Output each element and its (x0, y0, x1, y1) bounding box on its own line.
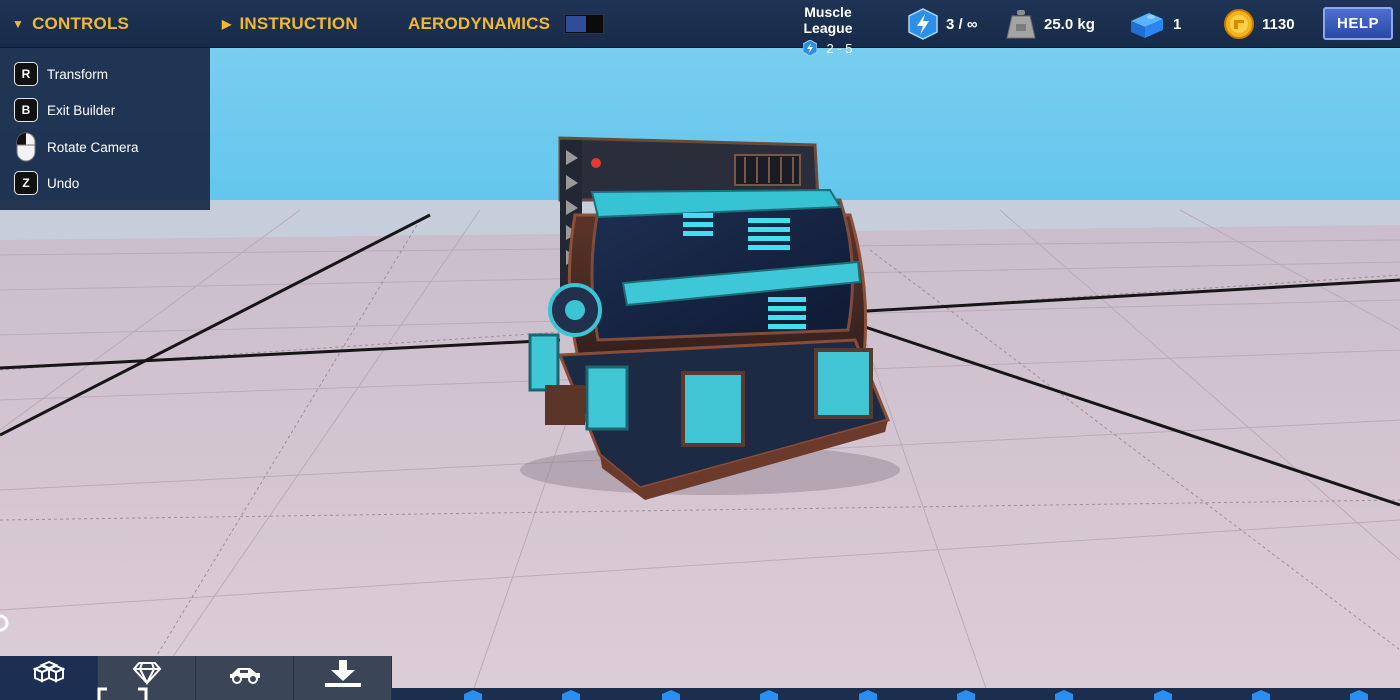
control-label: Rotate Camera (47, 139, 139, 155)
control-label: Transform (47, 66, 109, 82)
car-icon (229, 668, 260, 684)
controls-panel: R Transform B Exit Builder Rotate Camera… (0, 48, 210, 210)
coins-value: 1130 (1262, 15, 1295, 33)
diamond-icon (132, 662, 161, 685)
cube-icon[interactable] (462, 690, 484, 700)
controls-label: CONTROLS (32, 14, 130, 33)
key-b: B (14, 98, 38, 122)
league-name: Muscle League (803, 4, 853, 36)
instruction-label: INSTRUCTION (239, 14, 358, 33)
aerodynamics-toggle[interactable]: AERODYNAMICS (408, 13, 605, 35)
category-tabs (0, 656, 394, 700)
top-bar: ▼ CONTROLS ▶ INSTRUCTION AERODYNAMICS Mu… (0, 0, 1400, 56)
mouse-icon (14, 132, 38, 162)
lightning-icon (803, 40, 818, 56)
cube-icon[interactable] (1152, 690, 1174, 700)
builder-viewport[interactable] (0, 0, 1400, 700)
coin-icon (1224, 9, 1254, 39)
league-tier-value: 2 - 5 (826, 40, 853, 56)
instruction-toggle[interactable]: ▶ INSTRUCTION (222, 13, 358, 35)
cube-icon[interactable] (955, 690, 977, 700)
cube-icon[interactable] (660, 690, 682, 700)
key-z: Z (14, 171, 38, 195)
cube-icon (1131, 13, 1163, 38)
vehicles-tab[interactable] (196, 656, 294, 700)
league-info: Muscle League 2 - 5 (780, 4, 876, 56)
control-label: Exit Builder (47, 102, 116, 118)
blocks-stat: 1 (1129, 8, 1181, 40)
cube-icon[interactable] (1053, 690, 1075, 700)
cube-icon[interactable] (1348, 690, 1370, 700)
selection-bracket (97, 687, 148, 700)
control-exit-builder: B Exit Builder (14, 97, 115, 123)
triangle-right-icon: ▶ (222, 17, 232, 31)
controls-toggle[interactable]: ▼ CONTROLS (12, 13, 129, 35)
blocks-tab[interactable] (0, 656, 98, 700)
help-button[interactable]: HELP (1323, 7, 1393, 40)
lightning-icon (908, 8, 938, 40)
cube-icon[interactable] (857, 690, 879, 700)
triangle-down-icon: ▼ (12, 17, 25, 31)
control-undo: Z Undo (14, 170, 79, 196)
weight-stat: 25.0 kg (1006, 8, 1095, 40)
cube-icon[interactable] (560, 690, 582, 700)
download-tab[interactable] (294, 656, 392, 700)
cube-icon[interactable] (1250, 690, 1272, 700)
energy-stat: 3 / ∞ (908, 8, 978, 40)
download-icon (324, 660, 361, 687)
blocks-icon (32, 661, 65, 683)
weight-value: 25.0 kg (1044, 15, 1095, 33)
control-rotate-camera: Rotate Camera (14, 132, 139, 162)
cube-icon[interactable] (758, 690, 780, 700)
switch-knob (566, 16, 587, 32)
control-label: Undo (47, 175, 80, 191)
control-transform: R Transform (14, 61, 108, 87)
key-r: R (14, 62, 38, 86)
aerodynamics-label: AERODYNAMICS (408, 14, 551, 33)
weight-icon (1006, 10, 1036, 39)
league-tier: 2 - 5 (780, 40, 876, 56)
aerodynamics-switch[interactable] (564, 14, 605, 34)
coins-stat: 1130 (1224, 8, 1295, 40)
blocks-value: 1 (1173, 15, 1182, 33)
settings-gear-icon[interactable] (0, 611, 14, 635)
energy-value: 3 / ∞ (946, 15, 978, 33)
